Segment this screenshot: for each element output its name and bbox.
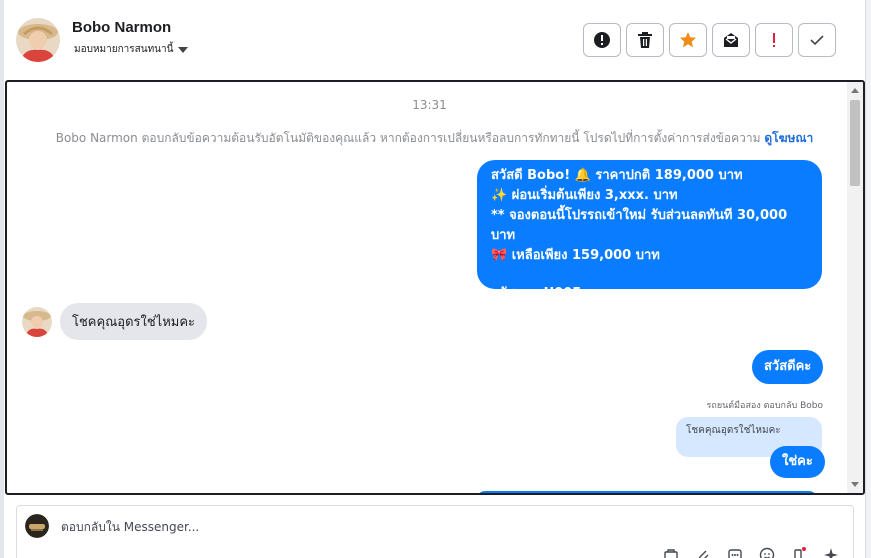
saved-replies-icon — [728, 549, 742, 558]
message-line: 🎀 เหลือเพียง 159,000 บาท — [491, 248, 660, 263]
system-notice-text: Bobo Narmon ตอบกลับข้อความต้อนรับอัตโนมั… — [55, 131, 761, 145]
scroll-up-arrow-icon[interactable] — [851, 88, 859, 93]
follow-up-button[interactable] — [755, 23, 793, 57]
mark-unread-button[interactable] — [712, 23, 750, 57]
trash-icon — [638, 32, 652, 48]
composer-toolbar — [662, 546, 840, 558]
assign-conversation-dropdown[interactable]: มอบหมายการสนทนานี้ — [74, 42, 189, 57]
reply-input[interactable] — [61, 520, 461, 534]
bag-button[interactable] — [662, 546, 680, 558]
chevron-down-icon — [178, 46, 189, 53]
message-line: ✨ ผ่อนเริ่มต้นเพียง 3,xxx. บาท — [491, 188, 678, 203]
alert-circle-icon — [594, 32, 610, 48]
outgoing-message-bubble-partial — [477, 491, 817, 493]
outgoing-message-bubble: ใช่คะ — [770, 446, 825, 478]
mark-done-button[interactable] — [798, 23, 836, 57]
avatar[interactable] — [22, 306, 52, 337]
view-ad-link[interactable]: ดูโฆษณา — [764, 131, 813, 145]
contact-name: Bobo Narmon — [72, 19, 172, 36]
message-timestamp: 13:31 — [412, 98, 447, 112]
inbox-page: Bobo Narmon มอบหมายการสนทนานี้ 13:31 Bob… — [0, 0, 871, 558]
incoming-message-row: โชคคุณอุดรใช่ไหมคะ — [22, 303, 208, 340]
incoming-message-bubble: โชคคุณอุดรใช่ไหมคะ — [60, 303, 208, 340]
message-line: รหัสรถ : U005 — [491, 286, 582, 301]
reply-composer — [16, 505, 854, 558]
message-line: ** จองตอนนี้โปรรถเข้าใหม่ รับส่วนลดทันที… — [491, 208, 788, 243]
assign-label: มอบหมายการสนทนานี้ — [74, 44, 174, 55]
scrollbar-thumb[interactable] — [850, 100, 860, 186]
conversation-header: Bobo Narmon มอบหมายการสนทนานี้ — [4, 0, 864, 80]
spam-button[interactable] — [583, 23, 621, 57]
message-line: สวัสดี Bobo! 🔔 ราคาปกติ 189,000 บาท — [491, 168, 743, 183]
sparkle-button[interactable] — [822, 546, 840, 558]
message-thread[interactable]: 13:31 Bobo Narmon ตอบกลับข้อความต้อนรับอ… — [5, 80, 865, 495]
saved-replies-button[interactable] — [726, 546, 744, 558]
paperclip-icon — [698, 550, 709, 558]
outgoing-message-bubble: สวัสดี Bobo! 🔔 ราคาปกติ 189,000 บาท ✨ ผ่… — [477, 160, 822, 301]
emoji-icon — [759, 547, 775, 558]
scroll-down-arrow-icon[interactable] — [851, 482, 859, 487]
page-avatar — [25, 514, 49, 538]
sparkle-icon — [824, 548, 838, 558]
delete-button[interactable] — [626, 23, 664, 57]
system-notice: Bobo Narmon ตอบกลับข้อความต้อนรับอัตโนมั… — [17, 129, 852, 148]
right-panel-edge — [865, 0, 871, 558]
star-button[interactable] — [669, 23, 707, 57]
conversation-actions — [583, 23, 836, 57]
mark-unread-icon — [724, 33, 738, 47]
exclamation-icon — [773, 33, 775, 47]
thread-scrollbar[interactable] — [847, 82, 863, 493]
star-icon — [680, 32, 696, 48]
thumb-icon — [794, 547, 806, 558]
attach-button[interactable] — [694, 546, 712, 558]
emoji-button[interactable] — [758, 546, 776, 558]
thumb-button[interactable] — [790, 546, 808, 558]
avatar[interactable] — [16, 18, 60, 62]
check-icon — [810, 35, 824, 46]
bag-icon — [664, 549, 678, 558]
outgoing-message-bubble: สวัสดีคะ — [752, 350, 824, 384]
reply-context-label: รถยนต์มือสอง ตอบกลับ Bobo — [706, 401, 823, 411]
left-panel-edge — [0, 0, 4, 558]
